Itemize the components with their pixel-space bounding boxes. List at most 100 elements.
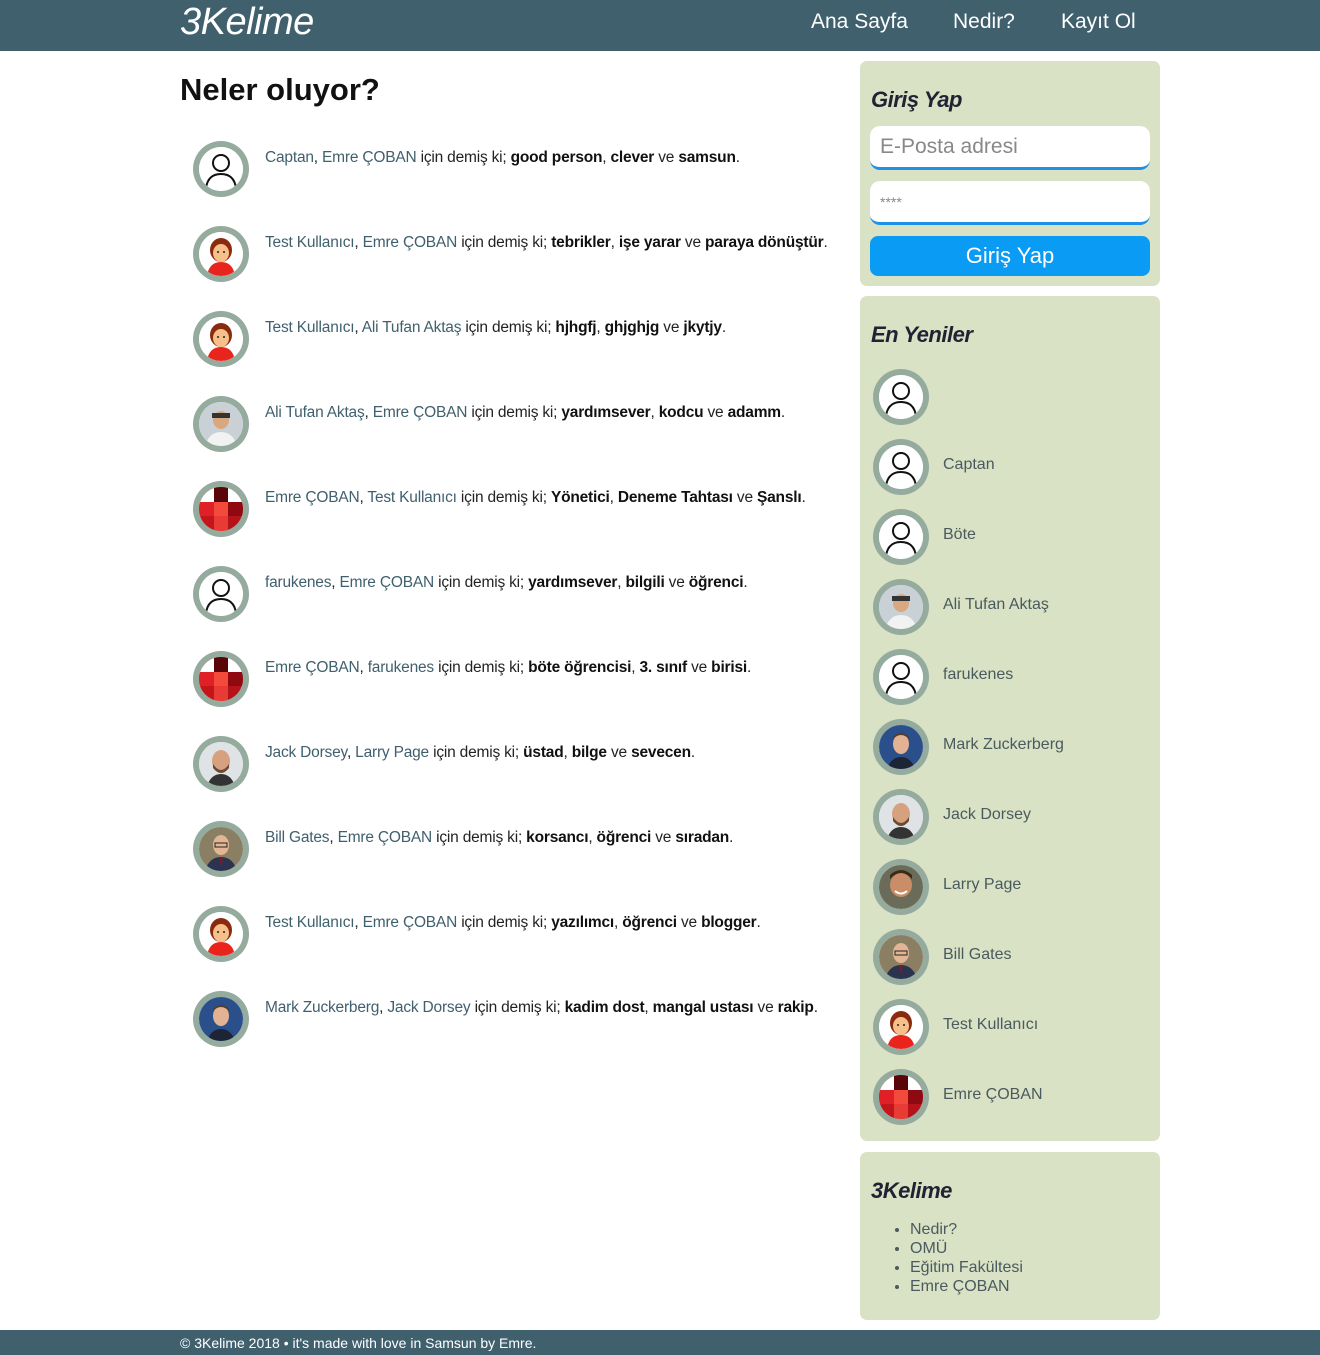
link-nedir[interactable]: Nedir? <box>910 1220 1023 1239</box>
feed-to-user[interactable]: Emre ÇOBAN <box>373 404 468 421</box>
password-input[interactable] <box>870 181 1150 225</box>
feed-to-user[interactable]: Emre ÇOBAN <box>363 234 458 251</box>
feed-and: ve <box>757 999 774 1016</box>
feed-from-user[interactable]: Ali Tufan Aktaş <box>265 404 365 421</box>
avatar[interactable] <box>193 396 249 452</box>
feed-to-user[interactable]: Ali Tufan Aktaş <box>362 319 462 336</box>
newest-user-name[interactable]: Emre ÇOBAN <box>943 1086 1043 1104</box>
feed-from-user[interactable]: Bill Gates <box>265 829 330 846</box>
nav-home[interactable]: Ana Sayfa <box>811 0 908 46</box>
feed-from-user[interactable]: farukenes <box>265 574 331 591</box>
newest-user-name[interactable]: Test Kullanıcı <box>943 1016 1038 1034</box>
feed-from-user[interactable]: Emre ÇOBAN <box>265 659 360 676</box>
newest-user-item[interactable]: Ali Tufan Aktaş <box>873 579 1143 635</box>
link-egitim-fakultesi[interactable]: Eğitim Fakültesi <box>910 1258 1023 1277</box>
feed-from-user[interactable]: Captan <box>265 149 314 166</box>
newest-user-item[interactable]: Jack Dorsey <box>873 789 1143 845</box>
feed-item: Test Kullanıcı, Emre ÇOBAN için demiş ki… <box>193 226 863 286</box>
newest-user-item[interactable]: Test Kullanıcı <box>873 999 1143 1055</box>
feed-to-user[interactable]: Jack Dorsey <box>387 999 470 1016</box>
avatar[interactable] <box>873 859 929 915</box>
feed-item: Captan, Emre ÇOBAN için demiş ki; good p… <box>193 141 863 201</box>
avatar-default-icon <box>199 147 243 191</box>
newest-user-item[interactable]: Mark Zuckerberg <box>873 719 1143 775</box>
feed-word: yardımsever <box>528 574 618 591</box>
avatar-default-icon <box>879 445 923 489</box>
newest-user-name[interactable]: Captan <box>943 456 995 474</box>
avatar[interactable] <box>193 821 249 877</box>
feed-word: jkytjy <box>683 319 722 336</box>
feed-word: Deneme Tahtası <box>617 489 733 506</box>
newest-user-item[interactable]: Böte <box>873 509 1143 565</box>
avatar[interactable] <box>193 481 249 537</box>
feed-to-user[interactable]: Emre ÇOBAN <box>338 829 433 846</box>
avatar-pixel-icon <box>199 487 243 531</box>
avatar[interactable] <box>873 719 929 775</box>
avatar[interactable] <box>873 999 929 1055</box>
avatar[interactable] <box>873 579 929 635</box>
feed-to-user[interactable]: Larry Page <box>355 744 429 761</box>
feed-to-user[interactable]: Emre ÇOBAN <box>363 914 458 931</box>
avatar[interactable] <box>193 651 249 707</box>
feed-from-user[interactable]: Test Kullanıcı <box>265 914 355 931</box>
link-omu[interactable]: OMÜ <box>910 1239 1023 1258</box>
avatar[interactable] <box>873 1069 929 1125</box>
avatar[interactable] <box>873 929 929 985</box>
footer: © 3Kelime 2018 • it's made with love in … <box>0 1330 1320 1355</box>
nav-register[interactable]: Kayıt Ol <box>1061 0 1136 46</box>
nav-about[interactable]: Nedir? <box>953 0 1015 46</box>
avatar[interactable] <box>193 991 249 1047</box>
avatar[interactable] <box>193 566 249 622</box>
feed-from-user[interactable]: Test Kullanıcı <box>265 319 355 336</box>
avatar[interactable] <box>193 311 249 367</box>
link-emre-coban[interactable]: Emre ÇOBAN <box>910 1277 1023 1296</box>
newest-user-name[interactable]: Ali Tufan Aktaş <box>943 596 1049 614</box>
feed-from-user[interactable]: Mark Zuckerberg <box>265 999 379 1016</box>
login-button[interactable]: Giriş Yap <box>870 236 1150 276</box>
email-input[interactable] <box>870 126 1150 170</box>
newest-user-name[interactable]: Bill Gates <box>943 946 1011 964</box>
newest-user-name[interactable]: farukenes <box>943 666 1013 684</box>
avatar[interactable] <box>873 789 929 845</box>
newest-user-name[interactable]: Larry Page <box>943 876 1021 894</box>
feed-to-user[interactable]: Emre ÇOBAN <box>340 574 435 591</box>
avatar-photo-ali-icon <box>879 585 923 629</box>
newest-user-name[interactable]: Böte <box>943 526 976 544</box>
feed-to-user[interactable]: Emre ÇOBAN <box>322 149 417 166</box>
newest-user-item[interactable]: Emre ÇOBAN <box>873 1069 1143 1125</box>
feed-to-user[interactable]: farukenes <box>368 659 434 676</box>
feed-from-user[interactable]: Jack Dorsey <box>265 744 347 761</box>
avatar[interactable] <box>873 649 929 705</box>
avatar[interactable] <box>193 906 249 962</box>
feed-item: Test Kullanıcı, Emre ÇOBAN için demiş ki… <box>193 906 863 966</box>
avatar[interactable] <box>193 141 249 197</box>
avatar[interactable] <box>873 509 929 565</box>
feed-and: ve <box>668 574 685 591</box>
avatar-default-icon <box>879 655 923 699</box>
feed-from-user[interactable]: Test Kullanıcı <box>265 234 355 251</box>
feed-word: öğrenci <box>622 914 677 931</box>
feed-word: ghjghjg <box>604 319 660 336</box>
newest-user-item[interactable] <box>873 369 1143 425</box>
feed-connector: için demiş ki; <box>438 659 524 676</box>
avatar[interactable] <box>873 369 929 425</box>
avatar[interactable] <box>193 736 249 792</box>
site-logo[interactable]: 3Kelime <box>180 0 314 51</box>
newest-user-item[interactable]: Larry Page <box>873 859 1143 915</box>
newest-user-name[interactable]: Jack Dorsey <box>943 806 1031 824</box>
avatar[interactable] <box>193 226 249 282</box>
newest-user-name[interactable]: Mark Zuckerberg <box>943 736 1064 754</box>
avatar-default-icon <box>879 515 923 559</box>
feed-and: ve <box>707 404 724 421</box>
newest-user-item[interactable]: farukenes <box>873 649 1143 705</box>
feed-text: Test Kullanıcı, Emre ÇOBAN için demiş ki… <box>265 234 828 251</box>
feed-to-user[interactable]: Test Kullanıcı <box>367 489 457 506</box>
feed-text: Test Kullanıcı, Emre ÇOBAN için demiş ki… <box>265 914 761 931</box>
avatar-photo-mark-icon <box>199 997 243 1041</box>
feed-word: sıradan <box>675 829 730 846</box>
feed-from-user[interactable]: Emre ÇOBAN <box>265 489 360 506</box>
newest-user-item[interactable]: Captan <box>873 439 1143 495</box>
avatar[interactable] <box>873 439 929 495</box>
newest-user-item[interactable]: Bill Gates <box>873 929 1143 985</box>
feed-and: ve <box>684 234 701 251</box>
